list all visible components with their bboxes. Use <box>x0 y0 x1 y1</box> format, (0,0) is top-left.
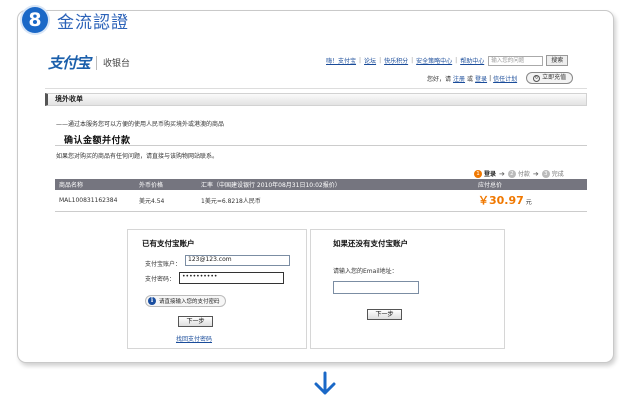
link-sep: | <box>379 57 382 64</box>
table-header-row: 商品名称 外币价格 汇率（中国建设银行 2010年08月31日10:02报价） … <box>55 179 587 190</box>
password-hint: i 请直接输入您的支付密码 <box>145 295 226 307</box>
email-input[interactable] <box>333 281 419 294</box>
email-label: 请输入您的Email地址： <box>333 268 398 275</box>
guest-panel-title: 如果还没有支付宝账户 <box>333 239 408 248</box>
step-number-badge: 8 <box>22 7 48 33</box>
guest-next-button[interactable]: 下一步 <box>367 309 402 320</box>
progress-steps: 1 登录 ➔ 2 付款 ➔ 3 完成 <box>474 169 564 178</box>
link-help[interactable]: 帮助中心 <box>460 56 484 65</box>
login-panel-title: 已有支付宝账户 <box>142 239 195 248</box>
greeting-or: 或 <box>467 75 474 83</box>
password-label: 支付密码： <box>145 276 176 283</box>
cell-exchange-rate: 1美元=6.8218人民币 <box>197 190 474 212</box>
step-done: 完成 <box>551 171 564 178</box>
top-links: 嗨！支付宝 | 论坛 | 快乐积分 | 安全策略中心 | 帮助中心 输入您的问题 搜索 <box>326 55 569 66</box>
greeting-bar: 您好，请 注册 或 登录 | 信任计划 ↻ 立即充值 <box>427 72 574 84</box>
recharge-button[interactable]: ↻ 立即充值 <box>526 72 574 84</box>
greeting-prefix: 您好，请 <box>427 75 452 83</box>
info-icon: i <box>148 297 156 305</box>
alipay-logo[interactable]: 支付宝 收银台 <box>48 52 130 73</box>
arrow-down-icon <box>314 371 336 395</box>
col-foreign-price: 外币价格 <box>135 179 197 190</box>
cell-foreign-price: 美元4.54 <box>135 190 197 212</box>
col-total: 应付总价 <box>474 179 587 190</box>
table-row: MAL100831162384 美元4.54 1美元=6.8218人民币 ￥30… <box>55 190 587 212</box>
confirm-divider <box>55 145 587 146</box>
step-title: 金流認證 <box>57 12 129 33</box>
cell-total: ￥30.97 元 <box>474 190 587 212</box>
col-exchange-rate: 汇率（中国建设银行 2010年08月31日10:02报价） <box>197 179 474 190</box>
recharge-label: 立即充值 <box>542 74 567 81</box>
help-search-button[interactable]: 搜索 <box>546 55 569 66</box>
arrow-right-icon: ➔ <box>499 169 505 178</box>
login-link[interactable]: 登录 <box>475 74 487 83</box>
login-panel: 已有支付宝账户 支付宝账户： 123@123.com 支付密码： •••••••… <box>127 229 307 349</box>
password-hint-text: 请直接输入您的支付密码 <box>159 299 220 305</box>
step-dot-3: 3 <box>541 169 550 178</box>
arrow-right-icon: ➔ <box>532 169 539 178</box>
total-amount: ￥30.97 <box>478 194 524 208</box>
help-search-input[interactable]: 输入您的问题 <box>488 55 544 66</box>
logo-text: 支付宝 <box>48 54 91 72</box>
cell-product-name: MAL100831162384 <box>55 190 135 212</box>
link-points[interactable]: 快乐积分 <box>384 56 408 65</box>
logo-divider <box>96 55 98 70</box>
step-header: 8 金流認證 <box>22 4 129 36</box>
currency-unit: 元 <box>525 199 532 207</box>
password-input[interactable]: •••••••••• <box>179 272 284 284</box>
trust-plan-link[interactable]: 信任计划 <box>493 74 517 83</box>
link-hi-alipay[interactable]: 嗨！支付宝 <box>326 56 356 65</box>
step-dot-2: 2 <box>507 169 516 178</box>
link-sep: | <box>489 74 492 82</box>
step-login: 登录 <box>484 171 497 178</box>
recharge-icon: ↻ <box>533 74 541 82</box>
link-sep: | <box>411 57 414 64</box>
header-divider <box>45 88 587 89</box>
col-product: 商品名称 <box>55 179 135 190</box>
link-security[interactable]: 安全策略中心 <box>416 56 452 65</box>
register-link[interactable]: 注册 <box>453 74 465 83</box>
order-table: 商品名称 外币价格 汇率（中国建设银行 2010年08月31日10:02报价） … <box>55 179 587 212</box>
login-next-button[interactable]: 下一步 <box>178 316 213 327</box>
link-sep: | <box>359 57 362 64</box>
account-label: 支付宝账户： <box>145 261 182 268</box>
link-forum[interactable]: 论坛 <box>364 56 376 65</box>
section-title-bar: 境外收单 <box>45 93 587 106</box>
link-sep: | <box>455 57 458 64</box>
step-dot-1: 1 <box>474 169 482 178</box>
help-text: 如果您对购买的商品有任何问题，请直接与该购物网站联系。 <box>56 153 219 160</box>
forgot-password-link[interactable]: 找回支付密码 <box>176 334 212 343</box>
step-pay: 付款 <box>517 171 530 178</box>
service-notice: ——通过本服务您可以方便的使用人民币购买境外或港澳的商品 <box>56 121 225 128</box>
cashier-label: 收银台 <box>103 59 131 69</box>
guest-panel: 如果还没有支付宝账户 请输入您的Email地址： 下一步 <box>310 229 505 349</box>
account-input[interactable]: 123@123.com <box>185 255 290 266</box>
